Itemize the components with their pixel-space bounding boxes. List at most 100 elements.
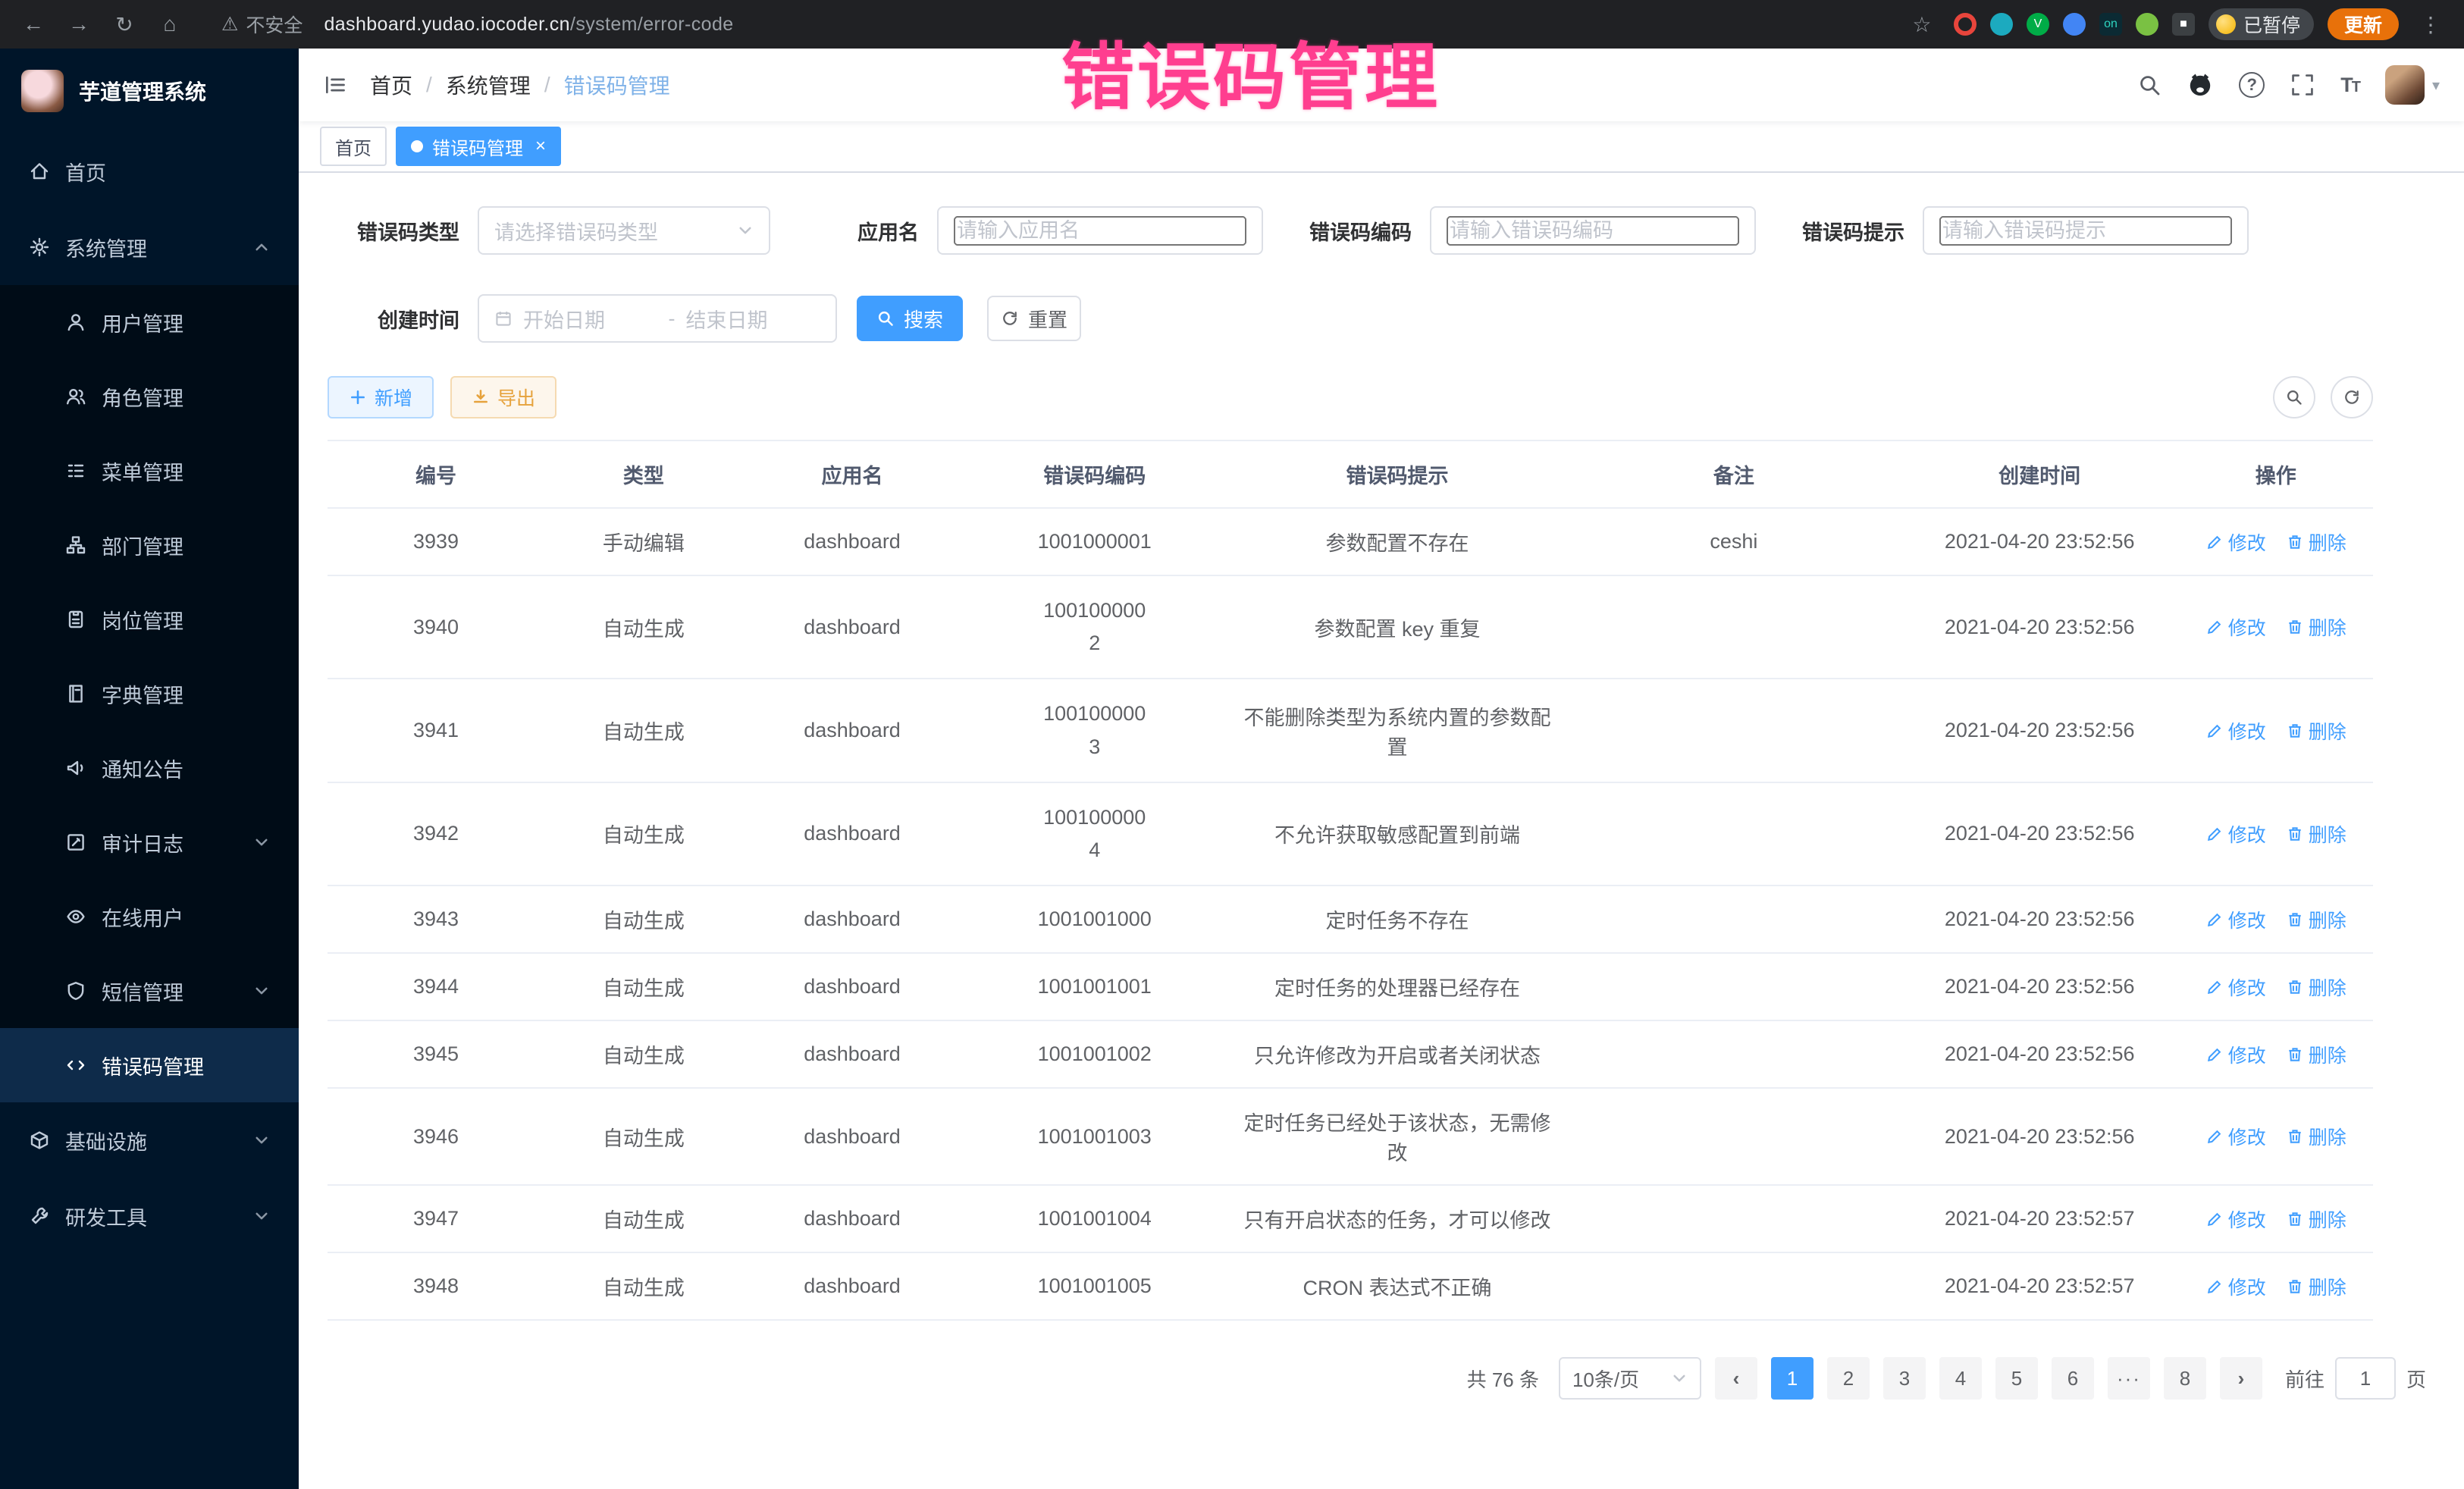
edit-link[interactable]: 修改	[2205, 717, 2266, 744]
sidebar-item-dictionary[interactable]: 字典管理	[0, 657, 299, 731]
table-row: 3941 自动生成 dashboard 1001000003 不能删除类型为系统…	[328, 679, 2373, 782]
error-code-input[interactable]	[1447, 216, 1739, 246]
edit-link[interactable]: 修改	[2205, 528, 2266, 556]
edit-link[interactable]: 修改	[2205, 1273, 2266, 1300]
delete-link[interactable]: 删除	[2286, 973, 2346, 1001]
date-end[interactable]: 结束日期	[686, 304, 821, 334]
extension-icon-teal[interactable]	[1990, 13, 2013, 36]
reload-icon[interactable]: ↻	[106, 12, 143, 37]
sidebar-item-menus[interactable]: 菜单管理	[0, 434, 299, 508]
app-logo[interactable]: 芋道管理系统	[0, 49, 299, 133]
edit-link[interactable]: 修改	[2205, 820, 2266, 848]
browser-menu-icon[interactable]: ⋮	[2412, 12, 2449, 37]
sidebar-item-notices[interactable]: 通知公告	[0, 731, 299, 805]
hamburger-icon[interactable]	[323, 73, 347, 97]
update-button[interactable]: 更新	[2328, 8, 2399, 40]
forward-icon[interactable]: →	[61, 12, 97, 36]
sidebar-item-roles[interactable]: 角色管理	[0, 359, 299, 434]
sidebar-item-online-users[interactable]: 在线用户	[0, 879, 299, 954]
address-bar[interactable]: dashboard.yudao.iocoder.cn/system/error-…	[324, 14, 733, 36]
help-icon[interactable]: ?	[2239, 72, 2265, 98]
breadcrumb-system[interactable]: 系统管理	[446, 70, 531, 100]
search-button[interactable]: 搜索	[857, 296, 963, 341]
extensions-puzzle-icon[interactable]: ■	[2172, 13, 2195, 36]
next-page-button[interactable]: ›	[2220, 1357, 2262, 1400]
edit-link[interactable]: 修改	[2205, 1123, 2266, 1150]
page-size-select[interactable]: 10条/页	[1559, 1357, 1701, 1400]
search-icon[interactable]	[2137, 73, 2161, 97]
badge-icon	[65, 609, 86, 630]
refresh-table-button[interactable]	[2331, 376, 2373, 418]
edit-icon	[2205, 1045, 2224, 1064]
page-button-6[interactable]: 6	[2052, 1357, 2094, 1400]
delete-link[interactable]: 删除	[2286, 1273, 2346, 1300]
sidebar-item-sms[interactable]: 短信管理	[0, 954, 299, 1028]
edit-link[interactable]: 修改	[2205, 1041, 2266, 1068]
delete-link[interactable]: 删除	[2286, 906, 2346, 933]
delete-link[interactable]: 删除	[2286, 1205, 2346, 1233]
page-button-8[interactable]: 8	[2164, 1357, 2206, 1400]
date-range-picker[interactable]: 开始日期 - 结束日期	[478, 294, 837, 343]
breadcrumb-home[interactable]: 首页	[370, 70, 412, 100]
date-start[interactable]: 开始日期	[523, 304, 658, 334]
toggle-search-button[interactable]	[2273, 376, 2315, 418]
delete-link[interactable]: 删除	[2286, 717, 2346, 744]
prev-page-button[interactable]: ‹	[1715, 1357, 1757, 1400]
sidebar-item-system[interactable]: 系统管理	[0, 209, 299, 285]
font-size-icon[interactable]: TT	[2340, 74, 2359, 97]
sidebar-item-devtools[interactable]: 研发工具	[0, 1178, 299, 1254]
bookmark-star-icon[interactable]: ☆	[1904, 12, 1940, 37]
sidebar-item-departments[interactable]: 部门管理	[0, 508, 299, 582]
add-button[interactable]: 新增	[328, 376, 434, 418]
delete-link[interactable]: 删除	[2286, 528, 2346, 556]
github-icon[interactable]	[2187, 72, 2213, 98]
tab-home[interactable]: 首页	[320, 127, 387, 166]
extension-icon-leaf[interactable]	[2136, 13, 2158, 36]
sidebar-item-error-code[interactable]: 错误码管理	[0, 1028, 299, 1102]
security-indicator[interactable]: ⚠ 不安全	[221, 11, 303, 38]
extension-icon-blue[interactable]	[2063, 13, 2086, 36]
reset-button[interactable]: 重置	[987, 296, 1081, 341]
app-name-input[interactable]	[954, 216, 1246, 246]
delete-link[interactable]: 删除	[2286, 820, 2346, 848]
sidebar-item-audit-log[interactable]: 审计日志	[0, 805, 299, 879]
browser-chrome: ← → ↻ ⌂ ⚠ 不安全 dashboard.yudao.iocoder.cn…	[0, 0, 2464, 49]
home-nav-icon[interactable]: ⌂	[152, 12, 188, 36]
edit-link[interactable]: 修改	[2205, 906, 2266, 933]
search-icon	[876, 309, 895, 328]
sidebar-item-home[interactable]: 首页	[0, 133, 299, 209]
delete-link[interactable]: 删除	[2286, 1123, 2346, 1150]
delete-link[interactable]: 删除	[2286, 613, 2346, 641]
sidebar-item-infrastructure[interactable]: 基础设施	[0, 1102, 299, 1178]
page-button-3[interactable]: 3	[1883, 1357, 1926, 1400]
user-menu[interactable]: ▾	[2385, 65, 2440, 105]
edit-link[interactable]: 修改	[2205, 1205, 2266, 1233]
page-button-2[interactable]: 2	[1827, 1357, 1870, 1400]
extension-icon-green-v[interactable]: V	[2027, 13, 2049, 36]
table-header-row: 编号 类型 应用名 错误码编码 错误码提示 备注 创建时间 操作	[328, 440, 2373, 509]
export-button[interactable]: 导出	[450, 376, 556, 418]
error-code-table: 编号 类型 应用名 错误码编码 错误码提示 备注 创建时间 操作 3939 手动…	[328, 440, 2373, 1321]
pages-ellipsis-button[interactable]: ···	[2108, 1357, 2150, 1400]
tab-error-code[interactable]: 错误码管理 ×	[396, 127, 561, 166]
page-button-1[interactable]: 1	[1771, 1357, 1814, 1400]
profile-paused-badge[interactable]: 已暂停	[2209, 8, 2314, 40]
error-hint-input[interactable]	[1939, 216, 2232, 246]
fullscreen-icon[interactable]	[2290, 73, 2315, 97]
filter-date: 创建时间 开始日期 - 结束日期	[328, 294, 837, 343]
page-button-5[interactable]: 5	[1995, 1357, 2038, 1400]
trash-icon	[2286, 1127, 2304, 1146]
edit-link[interactable]: 修改	[2205, 973, 2266, 1001]
sidebar-item-posts[interactable]: 岗位管理	[0, 582, 299, 657]
edit-link[interactable]: 修改	[2205, 613, 2266, 641]
goto-page-input[interactable]	[2335, 1357, 2396, 1400]
col-header-hint: 错误码提示	[1227, 441, 1567, 507]
back-icon[interactable]: ←	[15, 12, 52, 36]
delete-link[interactable]: 删除	[2286, 1041, 2346, 1068]
close-icon[interactable]: ×	[535, 136, 546, 157]
extension-icon-dark-badge[interactable]: on	[2099, 13, 2122, 36]
extension-icon-red[interactable]	[1954, 13, 1977, 36]
error-type-select[interactable]: 请选择错误码类型	[478, 206, 770, 255]
page-button-4[interactable]: 4	[1939, 1357, 1982, 1400]
sidebar-item-users[interactable]: 用户管理	[0, 285, 299, 359]
